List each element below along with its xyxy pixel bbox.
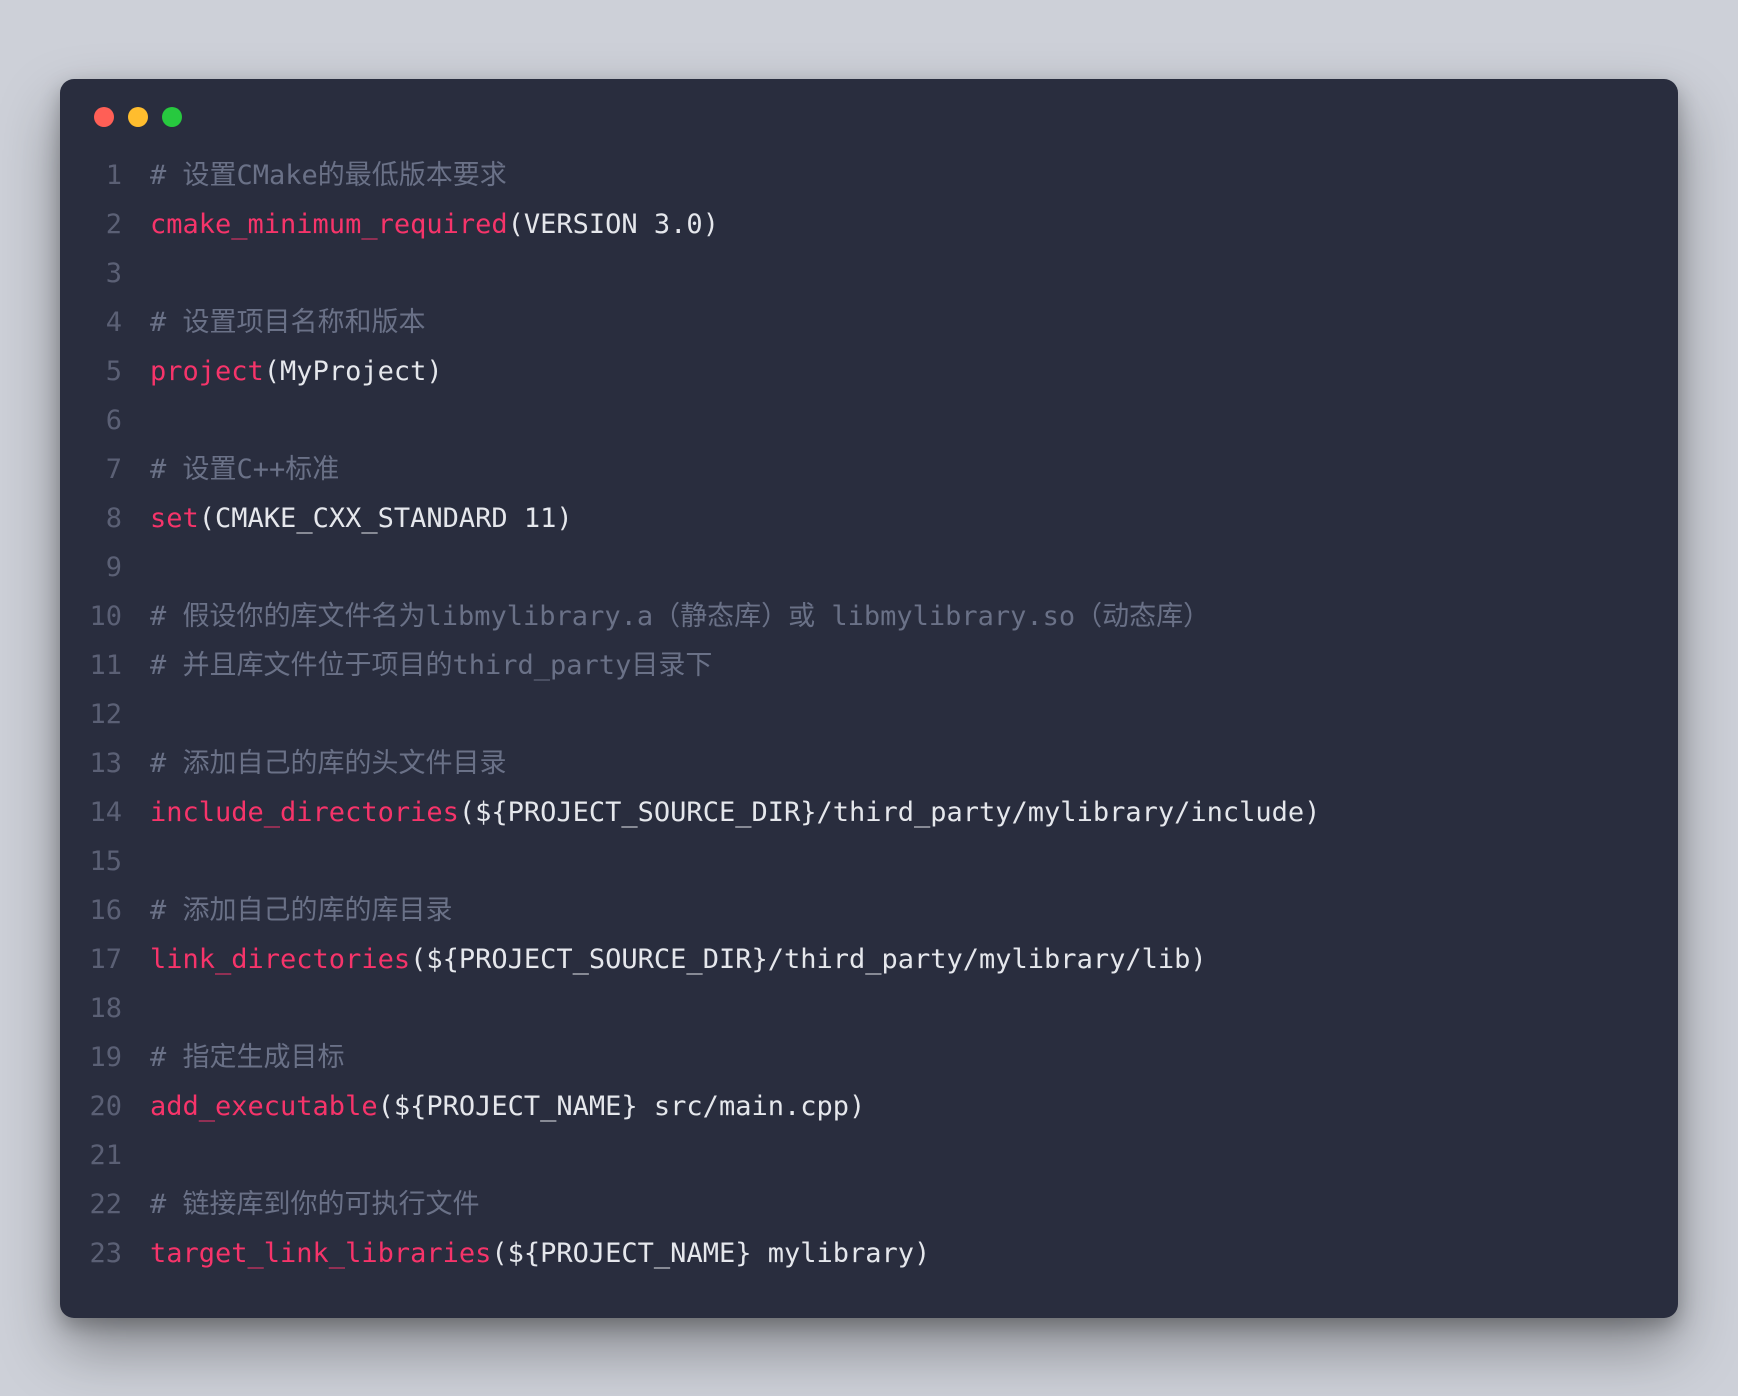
code-content[interactable]: # 并且库文件位于项目的third_party目录下 [150,641,1658,690]
line-number: 7 [70,445,150,494]
line-number: 21 [70,1131,150,1180]
titlebar [60,79,1678,145]
line-number: 10 [70,592,150,641]
token-comment: # 假设你的库文件名为libmylibrary.a（静态库）或 libmylib… [150,601,1210,632]
code-line[interactable]: 21 [70,1131,1658,1180]
code-line[interactable]: 15 [70,837,1658,886]
token-keyword: cmake_minimum_required [150,209,508,240]
code-line[interactable]: 1# 设置CMake的最低版本要求 [70,151,1658,200]
token-keyword: link_directories [150,944,410,975]
code-line[interactable]: 23target_link_libraries(${PROJECT_NAME} … [70,1229,1658,1278]
token-comment: # 添加自己的库的库目录 [150,895,453,926]
code-content[interactable]: include_directories(${PROJECT_SOURCE_DIR… [150,788,1658,837]
token-comment: # 设置C++标准 [150,454,339,485]
token-default: (${PROJECT_SOURCE_DIR}/third_party/mylib… [459,797,1321,828]
code-content[interactable]: # 添加自己的库的库目录 [150,886,1658,935]
token-keyword: include_directories [150,797,459,828]
code-line[interactable]: 17link_directories(${PROJECT_SOURCE_DIR}… [70,935,1658,984]
token-comment: # 并且库文件位于项目的third_party目录下 [150,650,712,681]
code-line[interactable]: 3 [70,249,1658,298]
code-content[interactable]: # 链接库到你的可执行文件 [150,1180,1658,1229]
token-comment: # 添加自己的库的头文件目录 [150,748,507,779]
code-line[interactable]: 6 [70,396,1658,445]
line-number: 5 [70,347,150,396]
code-content[interactable]: # 设置CMake的最低版本要求 [150,151,1658,200]
code-line[interactable]: 18 [70,984,1658,1033]
code-content[interactable]: # 指定生成目标 [150,1033,1658,1082]
line-number: 3 [70,249,150,298]
code-line[interactable]: 4# 设置项目名称和版本 [70,298,1658,347]
maximize-icon[interactable] [162,107,182,127]
token-comment: # 设置CMake的最低版本要求 [150,160,507,191]
line-number: 6 [70,396,150,445]
line-number: 1 [70,151,150,200]
code-content[interactable]: link_directories(${PROJECT_SOURCE_DIR}/t… [150,935,1658,984]
line-number: 9 [70,543,150,592]
token-comment: # 设置项目名称和版本 [150,307,426,338]
code-content[interactable]: # 设置项目名称和版本 [150,298,1658,347]
token-keyword: set [150,503,199,534]
token-default: (${PROJECT_NAME} src/main.cpp) [378,1091,866,1122]
code-content[interactable]: project(MyProject) [150,347,1658,396]
code-line[interactable]: 7# 设置C++标准 [70,445,1658,494]
token-default: (VERSION 3.0) [508,209,719,240]
code-line[interactable]: 12 [70,690,1658,739]
token-default: (${PROJECT_SOURCE_DIR}/third_party/mylib… [410,944,1207,975]
minimize-icon[interactable] [128,107,148,127]
code-content[interactable]: # 添加自己的库的头文件目录 [150,739,1658,788]
line-number: 8 [70,494,150,543]
code-line[interactable]: 8set(CMAKE_CXX_STANDARD 11) [70,494,1658,543]
line-number: 2 [70,200,150,249]
code-line[interactable]: 11# 并且库文件位于项目的third_party目录下 [70,641,1658,690]
token-keyword: project [150,356,264,387]
code-line[interactable]: 19# 指定生成目标 [70,1033,1658,1082]
token-comment: # 指定生成目标 [150,1042,345,1073]
code-line[interactable]: 14include_directories(${PROJECT_SOURCE_D… [70,788,1658,837]
code-line[interactable]: 22# 链接库到你的可执行文件 [70,1180,1658,1229]
token-default: (MyProject) [264,356,443,387]
line-number: 23 [70,1229,150,1278]
token-default: (${PROJECT_NAME} mylibrary) [491,1238,930,1269]
line-number: 4 [70,298,150,347]
line-number: 12 [70,690,150,739]
line-number: 15 [70,837,150,886]
code-line[interactable]: 20add_executable(${PROJECT_NAME} src/mai… [70,1082,1658,1131]
token-default: (CMAKE_CXX_STANDARD 11) [199,503,573,534]
line-number: 11 [70,641,150,690]
token-keyword: target_link_libraries [150,1238,491,1269]
line-number: 18 [70,984,150,1033]
close-icon[interactable] [94,107,114,127]
code-line[interactable]: 16# 添加自己的库的库目录 [70,886,1658,935]
line-number: 14 [70,788,150,837]
code-line[interactable]: 10# 假设你的库文件名为libmylibrary.a（静态库）或 libmyl… [70,592,1658,641]
code-line[interactable]: 13# 添加自己的库的头文件目录 [70,739,1658,788]
line-number: 17 [70,935,150,984]
code-editor[interactable]: 1# 设置CMake的最低版本要求2cmake_minimum_required… [60,145,1678,1288]
code-line[interactable]: 5project(MyProject) [70,347,1658,396]
line-number: 13 [70,739,150,788]
line-number: 20 [70,1082,150,1131]
code-content[interactable]: # 假设你的库文件名为libmylibrary.a（静态库）或 libmylib… [150,592,1658,641]
code-line[interactable]: 2cmake_minimum_required(VERSION 3.0) [70,200,1658,249]
code-content[interactable]: add_executable(${PROJECT_NAME} src/main.… [150,1082,1658,1131]
code-content[interactable]: set(CMAKE_CXX_STANDARD 11) [150,494,1658,543]
line-number: 22 [70,1180,150,1229]
code-line[interactable]: 9 [70,543,1658,592]
line-number: 19 [70,1033,150,1082]
code-content[interactable]: # 设置C++标准 [150,445,1658,494]
token-keyword: add_executable [150,1091,378,1122]
code-content[interactable]: target_link_libraries(${PROJECT_NAME} my… [150,1229,1658,1278]
code-content[interactable]: cmake_minimum_required(VERSION 3.0) [150,200,1658,249]
line-number: 16 [70,886,150,935]
token-comment: # 链接库到你的可执行文件 [150,1189,480,1220]
code-window: 1# 设置CMake的最低版本要求2cmake_minimum_required… [60,79,1678,1318]
